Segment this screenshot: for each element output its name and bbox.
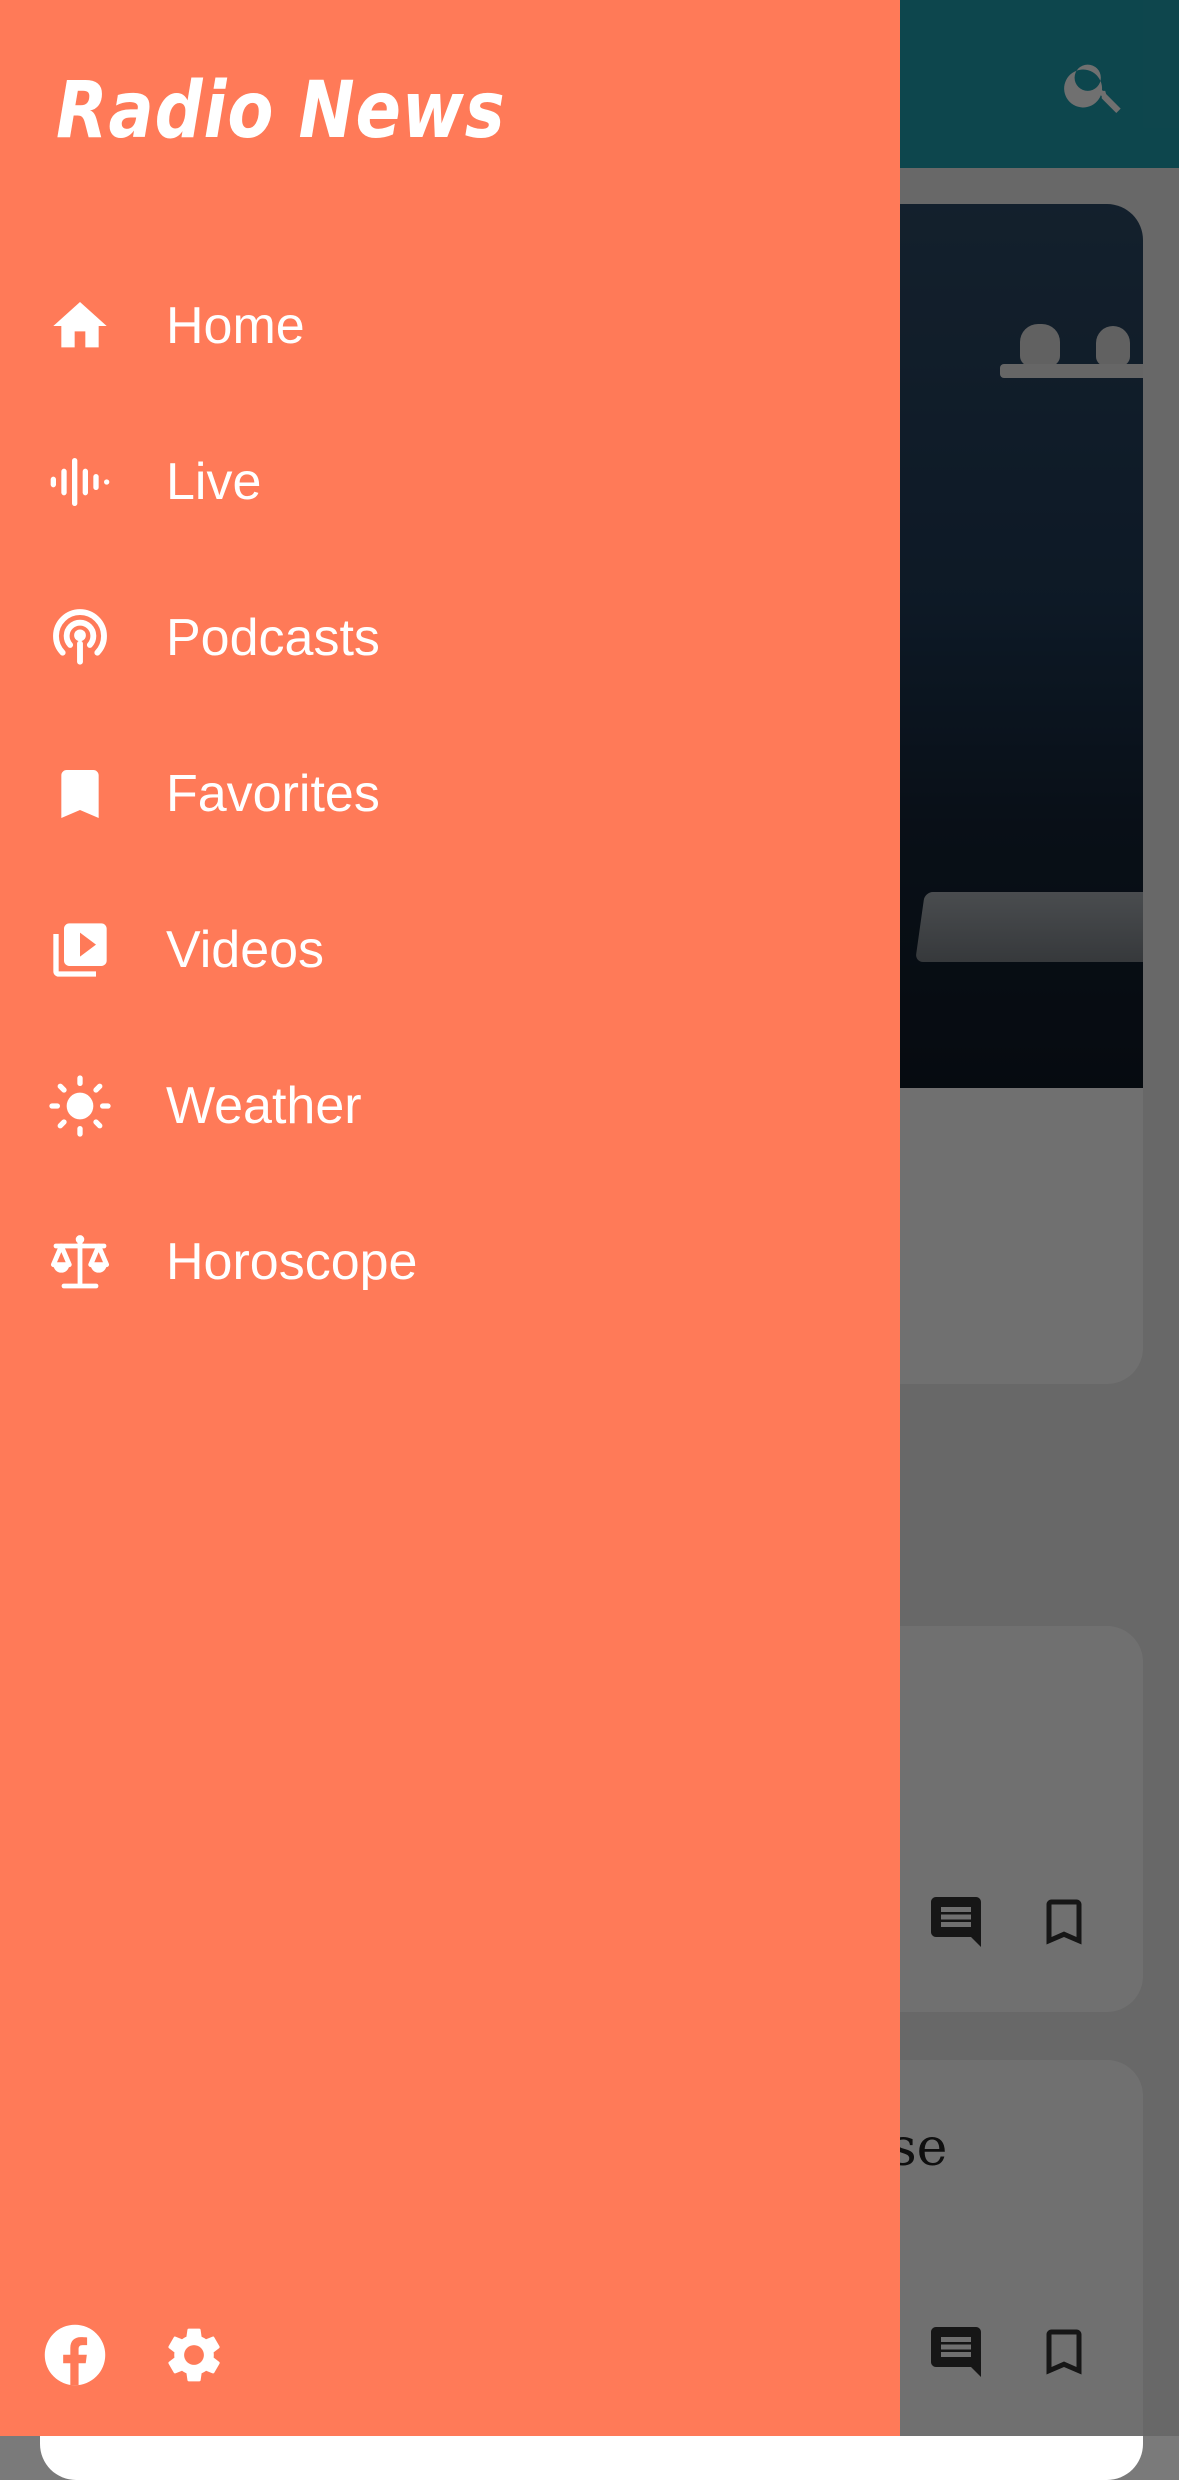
app-title: Radio News <box>56 66 506 156</box>
drawer-item-live[interactable]: Live <box>0 402 900 558</box>
drawer-item-label: Live <box>166 453 262 511</box>
drawer-item-label: Weather <box>166 1077 362 1135</box>
live-audio-icon <box>50 458 110 506</box>
drawer-menu: Home Live Podcasts Favorites Videos Weat… <box>0 246 900 1338</box>
navigation-drawer: Radio News Home Live Podcasts Favorites … <box>0 0 900 2436</box>
drawer-item-label: Videos <box>166 921 325 979</box>
facebook-icon <box>44 2324 106 2386</box>
facebook-button[interactable] <box>42 2322 108 2388</box>
drawer-item-label: Home <box>166 297 305 355</box>
balance-scale-icon <box>50 1235 110 1289</box>
settings-button[interactable] <box>161 2322 227 2388</box>
gear-icon <box>168 2328 220 2382</box>
drawer-item-podcasts[interactable]: Podcasts <box>0 558 900 714</box>
sun-icon <box>49 1075 111 1137</box>
drawer-item-home[interactable]: Home <box>0 246 900 402</box>
home-icon <box>53 302 107 348</box>
drawer-item-favorites[interactable]: Favorites <box>0 714 900 870</box>
drawer-item-videos[interactable]: Videos <box>0 870 900 1026</box>
drawer-item-label: Favorites <box>166 765 380 823</box>
podcast-icon <box>53 609 107 665</box>
bookmark-icon <box>61 770 99 818</box>
drawer-item-label: Podcasts <box>166 609 380 667</box>
drawer-item-horoscope[interactable]: Horoscope <box>0 1182 900 1338</box>
drawer-item-label: Horoscope <box>166 1233 418 1291</box>
video-library-icon <box>53 923 107 977</box>
drawer-item-weather[interactable]: Weather <box>0 1026 900 1182</box>
